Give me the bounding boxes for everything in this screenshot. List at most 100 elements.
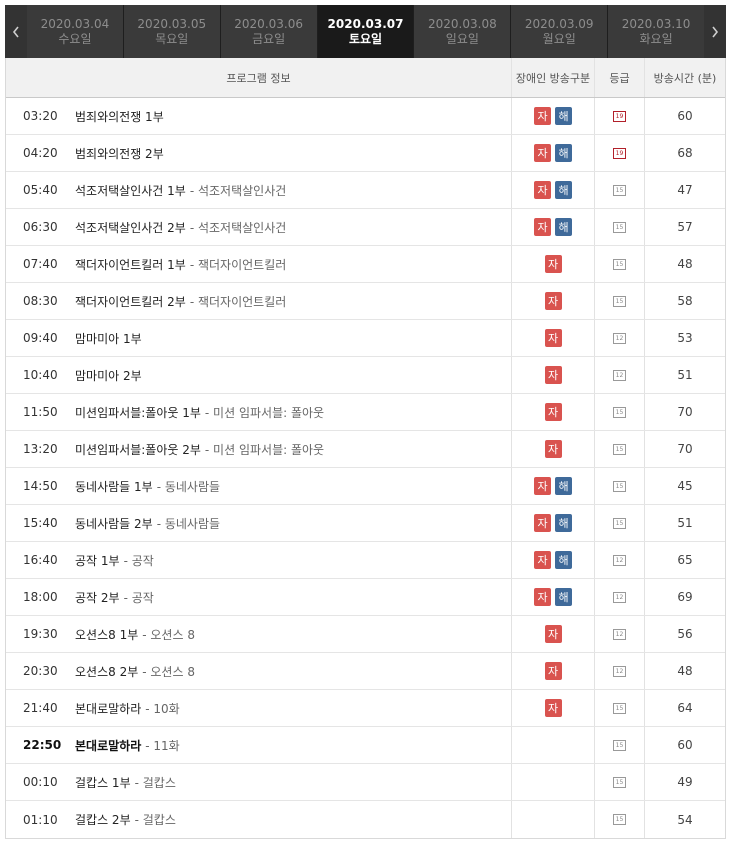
day-tab[interactable]: 2020.03.10 화요일 bbox=[607, 5, 705, 58]
duration-cell: 57 bbox=[644, 209, 725, 245]
duration-value: 48 bbox=[677, 664, 693, 678]
subtitle-badge: 자 bbox=[544, 699, 562, 717]
prev-week-button[interactable] bbox=[5, 5, 27, 58]
date-navigation: 2020.03.04 수요일 2020.03.05 목요일 2020.03.06 금요일 2… bbox=[5, 5, 726, 58]
duration-cell: 70 bbox=[644, 431, 725, 467]
program-title[interactable]: 걸캅스 1부 bbox=[75, 774, 131, 791]
program-title[interactable]: 범죄와의전쟁 2부 bbox=[75, 145, 164, 162]
day-tab-weekday: 월요일 bbox=[542, 31, 576, 46]
table-row[interactable]: 20:30 오션스8 2부 - 오션스 8 자 12 48 bbox=[6, 653, 725, 690]
program-title[interactable]: 본대로말하라 bbox=[75, 737, 141, 754]
program-info-cell: 16:40 공작 1부 - 공작 bbox=[6, 542, 511, 578]
table-row[interactable]: 18:00 공작 2부 - 공작 자 해 12 69 bbox=[6, 579, 725, 616]
commentary-badge: 해 bbox=[555, 218, 572, 236]
program-subtitle: - 오션스 8 bbox=[142, 664, 195, 679]
subtitle-badge: 자 bbox=[544, 366, 562, 384]
program-title[interactable]: 공작 1부 bbox=[75, 552, 120, 569]
program-info-cell: 21:40 본대로말하라 - 10화 bbox=[6, 690, 511, 726]
program-info-cell: 07:40 잭더자이언트킬러 1부 - 잭더자이언트킬러 bbox=[6, 246, 511, 282]
day-tab[interactable]: 2020.03.07 토요일 bbox=[316, 5, 414, 58]
duration-value: 68 bbox=[677, 146, 693, 160]
grade-cell: 19 bbox=[594, 98, 644, 134]
day-tab[interactable]: 2020.03.06 금요일 bbox=[219, 5, 317, 58]
grade-cell: 12 bbox=[594, 579, 644, 615]
program-subtitle: - 석조저택살인사건 bbox=[189, 220, 287, 235]
day-tab[interactable]: 2020.03.08 일요일 bbox=[413, 5, 511, 58]
age-rating-icon: 15 bbox=[613, 517, 626, 529]
grade-cell: 12 bbox=[594, 542, 644, 578]
program-title[interactable]: 잭더자이언트킬러 1부 bbox=[75, 256, 186, 273]
day-tab[interactable]: 2020.03.05 목요일 bbox=[122, 5, 220, 58]
age-rating-icon: 19 bbox=[613, 147, 626, 159]
program-title[interactable]: 동네사람들 2부 bbox=[75, 515, 153, 532]
table-row[interactable]: 05:40 석조저택살인사건 1부 - 석조저택살인사건 자 해 15 47 bbox=[6, 172, 725, 209]
accessibility-cell bbox=[511, 801, 594, 838]
day-tab-date: 2020.03.06 bbox=[234, 16, 303, 31]
table-row[interactable]: 00:10 걸캅스 1부 - 걸캅스 15 49 bbox=[6, 764, 725, 801]
program-title[interactable]: 미션임파서블:폴아웃 1부 bbox=[75, 404, 201, 421]
table-row[interactable]: 13:20 미션임파서블:폴아웃 2부 - 미션 임파서블: 폴아웃 자 15 70 bbox=[6, 431, 725, 468]
program-subtitle: - 공작 bbox=[123, 553, 154, 568]
duration-value: 51 bbox=[677, 368, 693, 382]
air-time: 00:10 bbox=[23, 775, 58, 789]
table-row[interactable]: 22:50 본대로말하라 - 11화 15 60 bbox=[6, 727, 725, 764]
duration-cell: 58 bbox=[644, 283, 725, 319]
grade-cell: 15 bbox=[594, 727, 644, 763]
table-row[interactable]: 03:20 범죄와의전쟁 1부 자 해 19 60 bbox=[6, 98, 725, 135]
program-subtitle: - 걸캅스 bbox=[134, 775, 176, 790]
commentary-badge: 해 bbox=[555, 588, 572, 606]
program-title[interactable]: 오션스8 2부 bbox=[75, 663, 138, 680]
next-week-button[interactable] bbox=[704, 5, 726, 58]
air-time: 16:40 bbox=[23, 553, 58, 567]
day-tab-date: 2020.03.07 bbox=[327, 16, 404, 31]
table-row[interactable]: 21:40 본대로말하라 - 10화 자 15 64 bbox=[6, 690, 725, 727]
age-rating-icon: 15 bbox=[613, 814, 626, 825]
table-row[interactable]: 08:30 잭더자이언트킬러 2부 - 잭더자이언트킬러 자 15 58 bbox=[6, 283, 725, 320]
table-row[interactable]: 06:30 석조저택살인사건 2부 - 석조저택살인사건 자 해 15 57 bbox=[6, 209, 725, 246]
subtitle-badge: 자 bbox=[534, 218, 551, 236]
program-title[interactable]: 범죄와의전쟁 1부 bbox=[75, 108, 164, 125]
day-tab-weekday: 목요일 bbox=[155, 31, 189, 46]
duration-value: 47 bbox=[677, 183, 693, 197]
air-time: 22:50 bbox=[23, 738, 62, 752]
program-title[interactable]: 미션임파서블:폴아웃 2부 bbox=[75, 441, 201, 458]
duration-value: 54 bbox=[677, 812, 693, 827]
table-row[interactable]: 10:40 맘마미아 2부 자 12 51 bbox=[6, 357, 725, 394]
grade-cell: 15 bbox=[594, 394, 644, 430]
table-row[interactable]: 07:40 잭더자이언트킬러 1부 - 잭더자이언트킬러 자 15 48 bbox=[6, 246, 725, 283]
program-title[interactable]: 맘마미아 1부 bbox=[75, 330, 142, 347]
program-title[interactable]: 석조저택살인사건 1부 bbox=[75, 182, 186, 199]
day-tab[interactable]: 2020.03.09 월요일 bbox=[510, 5, 608, 58]
grade-cell: 12 bbox=[594, 357, 644, 393]
table-row[interactable]: 19:30 오션스8 1부 - 오션스 8 자 12 56 bbox=[6, 616, 725, 653]
program-title[interactable]: 걸캅스 2부 bbox=[75, 811, 131, 828]
program-title[interactable]: 공작 2부 bbox=[75, 589, 120, 606]
table-row[interactable]: 01:10 걸캅스 2부 - 걸캅스 15 54 bbox=[6, 801, 725, 838]
program-title[interactable]: 본대로말하라 bbox=[75, 700, 141, 717]
accessibility-cell: 자 bbox=[511, 246, 594, 282]
table-row[interactable]: 16:40 공작 1부 - 공작 자 해 12 65 bbox=[6, 542, 725, 579]
age-rating-icon: 15 bbox=[613, 295, 626, 307]
day-tab-date: 2020.03.04 bbox=[40, 16, 110, 31]
duration-value: 49 bbox=[677, 775, 693, 789]
program-title[interactable]: 석조저택살인사건 2부 bbox=[75, 219, 186, 236]
duration-cell: 54 bbox=[644, 801, 725, 838]
program-info-cell: 15:40 동네사람들 2부 - 동네사람들 bbox=[6, 505, 511, 541]
age-rating-icon: 15 bbox=[613, 776, 626, 788]
age-rating-icon: 15 bbox=[613, 480, 626, 492]
duration-cell: 51 bbox=[644, 357, 725, 393]
table-row[interactable]: 04:20 범죄와의전쟁 2부 자 해 19 68 bbox=[6, 135, 725, 172]
accessibility-cell: 자해 bbox=[511, 209, 594, 245]
program-title[interactable]: 잭더자이언트킬러 2부 bbox=[75, 293, 186, 310]
table-row[interactable]: 14:50 동네사람들 1부 - 동네사람들 자 해 15 45 bbox=[6, 468, 725, 505]
grade-cell: 15 bbox=[594, 431, 644, 467]
header-grade: 등급 bbox=[594, 58, 644, 97]
table-row[interactable]: 11:50 미션임파서블:폴아웃 1부 - 미션 임파서블: 폴아웃 자 15 70 bbox=[6, 394, 725, 431]
table-row[interactable]: 09:40 맘마미아 1부 자 12 53 bbox=[6, 320, 725, 357]
program-title[interactable]: 동네사람들 1부 bbox=[75, 478, 153, 495]
table-row[interactable]: 15:40 동네사람들 2부 - 동네사람들 자 해 15 51 bbox=[6, 505, 725, 542]
air-time: 14:50 bbox=[23, 479, 58, 493]
day-tab[interactable]: 2020.03.04 수요일 bbox=[27, 5, 123, 58]
program-title[interactable]: 오션스8 1부 bbox=[75, 626, 138, 643]
program-title[interactable]: 맘마미아 2부 bbox=[75, 367, 142, 384]
